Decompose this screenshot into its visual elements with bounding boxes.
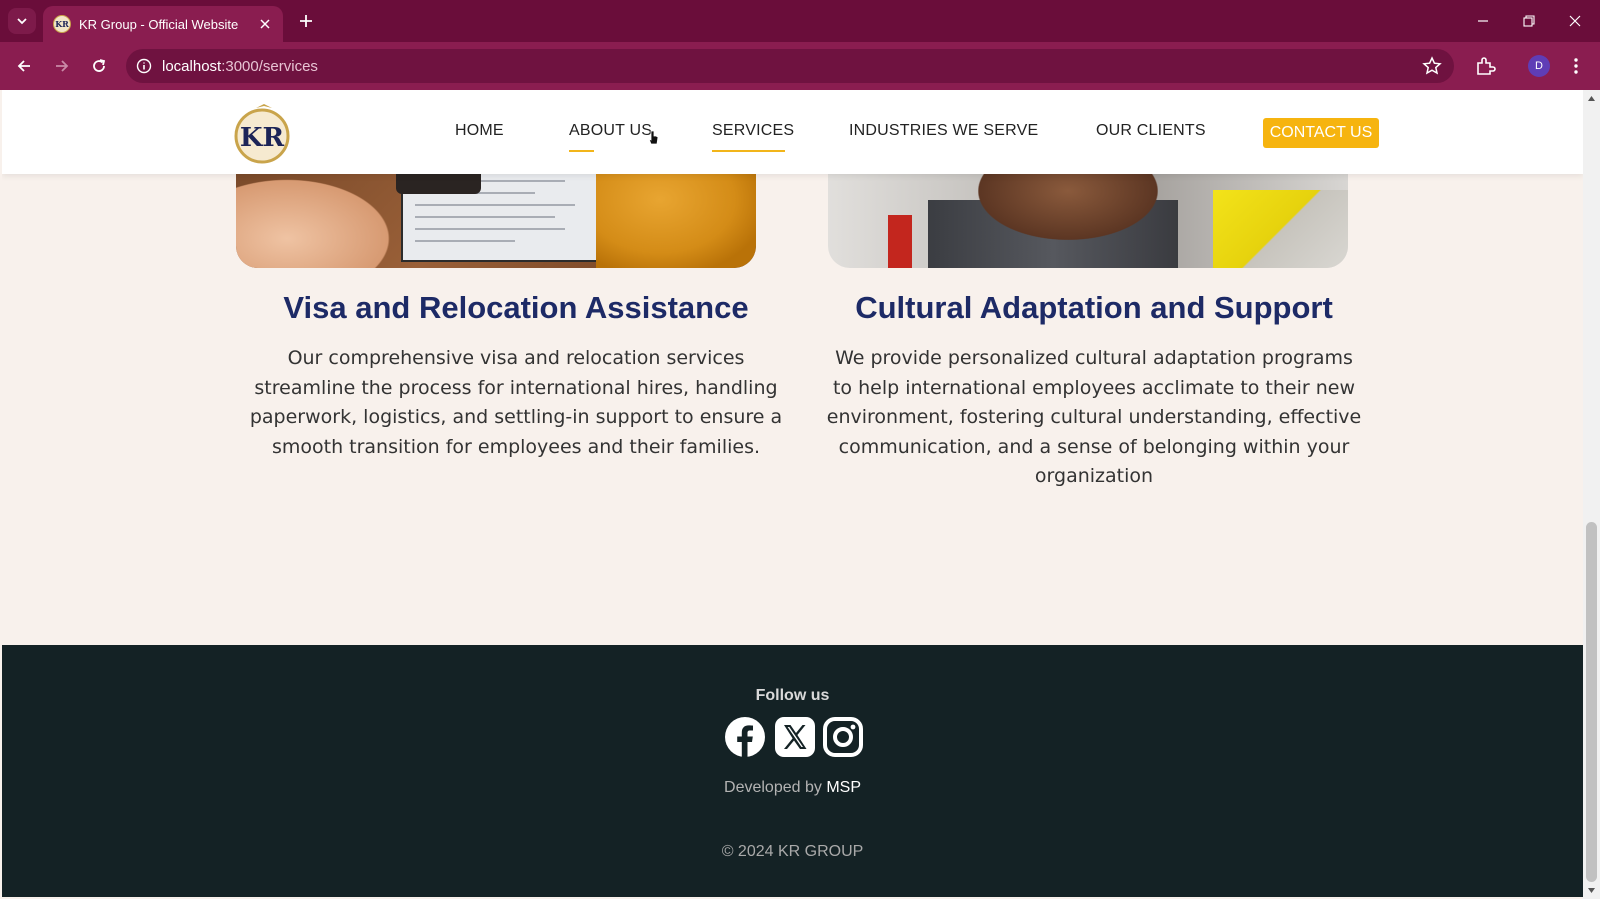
- contact-us-button[interactable]: CONTACT US: [1263, 118, 1379, 148]
- page-scrollbar[interactable]: [1583, 90, 1600, 899]
- developed-by-prefix: Developed by: [724, 779, 827, 796]
- new-tab-button[interactable]: [296, 11, 316, 31]
- bookmark-star-icon[interactable]: [1422, 56, 1442, 76]
- url-path: :3000/services: [221, 57, 318, 75]
- logo-text: KR: [240, 123, 285, 153]
- browser-menu-button[interactable]: [1568, 54, 1584, 78]
- close-window-button[interactable]: [1562, 8, 1588, 34]
- more-vert-icon: [1574, 58, 1578, 74]
- address-bar[interactable]: localhost:3000/services: [126, 49, 1454, 83]
- follow-us-label: Follow us: [755, 687, 830, 704]
- nav-services[interactable]: SERVICES: [712, 122, 794, 140]
- kr-group-logo[interactable]: KR: [228, 100, 298, 164]
- chevron-down-icon: [17, 18, 27, 25]
- profile-avatar[interactable]: D: [1528, 55, 1550, 77]
- service-title: Cultural Adaptation and Support: [855, 290, 1333, 325]
- tab-search-button[interactable]: [8, 8, 36, 34]
- favicon-icon: KR: [53, 15, 71, 33]
- tab-close-button[interactable]: [257, 16, 273, 32]
- instagram-icon[interactable]: [822, 716, 864, 758]
- nav-industries[interactable]: INDUSTRIES WE SERVE: [849, 122, 1038, 140]
- service-description: We provide personalized cultural adaptat…: [826, 347, 1362, 487]
- service-description: Our comprehensive visa and relocation se…: [249, 347, 783, 458]
- close-icon: [260, 19, 270, 29]
- extensions-icon[interactable]: [1473, 54, 1497, 78]
- reload-icon: [93, 59, 106, 72]
- developer-link[interactable]: MSP: [826, 779, 861, 796]
- facebook-icon[interactable]: [724, 716, 766, 758]
- copyright-text: © 2024 KR GROUP: [721, 843, 864, 860]
- reload-button[interactable]: [87, 54, 111, 78]
- site-info-icon[interactable]: [136, 58, 152, 74]
- minimize-icon: [1478, 20, 1488, 22]
- nav-home[interactable]: HOME: [455, 122, 504, 140]
- nav-active-underline: [712, 150, 785, 152]
- browser-tab[interactable]: KR KR Group - Official Website: [43, 6, 283, 42]
- arrow-right-icon: [56, 60, 69, 72]
- service-title: Visa and Relocation Assistance: [283, 290, 749, 325]
- site-header: KR HOME ABOUT US SERVICES INDUSTRIES WE …: [2, 90, 1583, 174]
- browser-toolbar: localhost:3000/services D: [0, 42, 1600, 90]
- site-footer: Follow us Developed by MSP © 2024 KR GRO…: [2, 645, 1583, 897]
- developed-by: Developed by MSP: [2, 779, 1583, 797]
- restore-button[interactable]: [1516, 8, 1542, 34]
- restore-icon: [1523, 15, 1535, 27]
- tab-title: KR Group - Official Website: [79, 16, 239, 32]
- close-icon: [1569, 15, 1581, 27]
- url-host: localhost: [162, 57, 222, 75]
- forward-button[interactable]: [50, 54, 74, 78]
- page-viewport: Visa and Relocation Assistance Our compr…: [2, 90, 1583, 897]
- back-button[interactable]: [12, 54, 36, 78]
- scroll-down-icon[interactable]: [1587, 886, 1596, 895]
- cultural-service-image: [828, 170, 1348, 268]
- nav-our-clients[interactable]: OUR CLIENTS: [1096, 122, 1206, 140]
- nav-hover-underline: [569, 150, 594, 152]
- x-icon[interactable]: [774, 716, 816, 758]
- mouse-cursor-icon: [648, 130, 659, 145]
- minimize-button[interactable]: [1470, 8, 1496, 34]
- arrow-left-icon: [17, 60, 30, 72]
- browser-tab-bar: KR KR Group - Official Website: [0, 0, 1600, 42]
- scrollbar-thumb[interactable]: [1586, 522, 1597, 882]
- plus-icon: [300, 15, 312, 27]
- scroll-up-icon[interactable]: [1587, 94, 1596, 103]
- nav-about-us[interactable]: ABOUT US: [569, 122, 652, 140]
- visa-service-image: [236, 170, 756, 268]
